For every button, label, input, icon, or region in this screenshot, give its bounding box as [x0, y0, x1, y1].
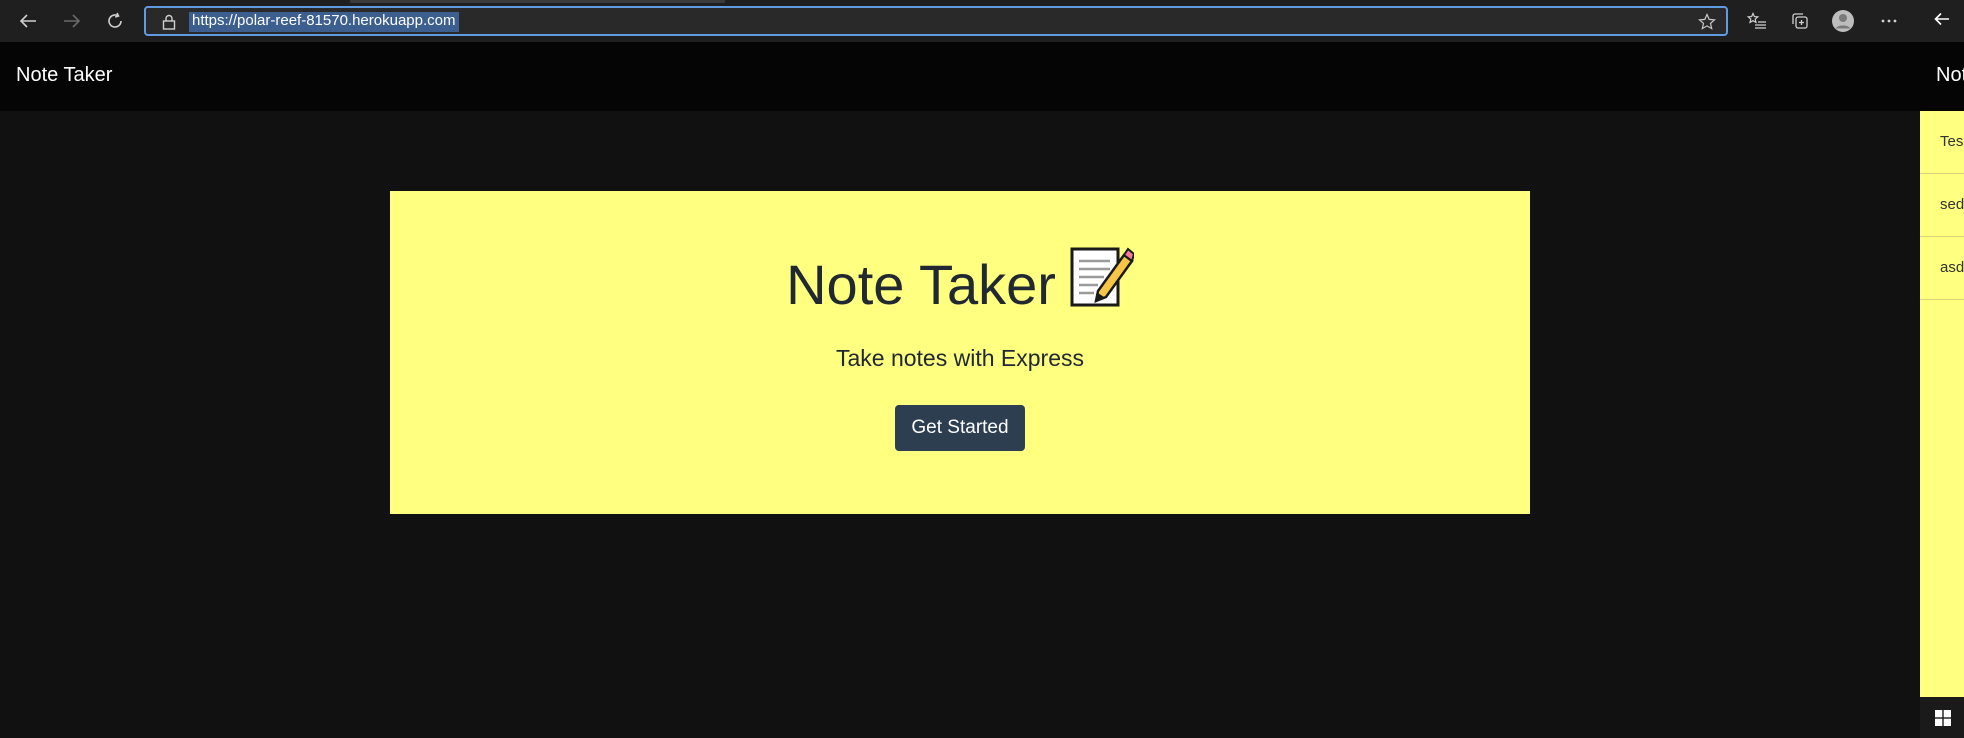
forward-arrow-icon: [64, 14, 81, 28]
navbar-brand[interactable]: Note Taker: [16, 64, 112, 87]
favorites-button[interactable]: [1744, 9, 1770, 33]
note-list-item[interactable]: asd: [1920, 237, 1964, 300]
lock-icon: [162, 14, 176, 30]
hero-title: Note Taker: [390, 247, 1530, 324]
favorites-list-icon: [1747, 12, 1766, 29]
secondary-browser-window: Not Tes sed asd: [1920, 0, 1964, 738]
back-arrow-icon[interactable]: [1934, 12, 1950, 26]
back-button[interactable]: [12, 7, 44, 35]
secondary-toolbar: [1920, 0, 1964, 42]
hero-subtitle: Take notes with Express: [835, 345, 1084, 371]
star-icon[interactable]: [1698, 13, 1716, 31]
note-list-item[interactable]: sed: [1920, 174, 1964, 237]
address-bar[interactable]: https://polar-reef-81570.herokuapp.com: [144, 6, 1728, 36]
refresh-icon: [108, 12, 122, 28]
tab-indicator: [350, 0, 725, 3]
hero-jumbotron: Note Taker Take notes with Express Get S…: [390, 191, 1530, 514]
browser-window: https://polar-reef-81570.herokuapp.com N…: [0, 0, 1920, 738]
hero-title-text: Note Taker: [786, 253, 1056, 316]
more-menu-icon: [1881, 19, 1897, 23]
secondary-navbar-brand[interactable]: Not: [1936, 64, 1964, 87]
get-started-button[interactable]: Get Started: [895, 405, 1025, 451]
windows-start-icon[interactable]: [1935, 710, 1951, 726]
collections-icon: [1792, 13, 1808, 29]
profile-avatar-icon: [1832, 10, 1854, 32]
note-list-item[interactable]: Tes: [1920, 111, 1964, 174]
browser-toolbar: https://polar-reef-81570.herokuapp.com: [0, 0, 1920, 42]
refresh-button[interactable]: [99, 7, 131, 35]
app-navbar: Note Taker: [0, 42, 1920, 111]
back-arrow-icon: [19, 14, 36, 28]
collections-button[interactable]: [1787, 9, 1813, 33]
taskbar: [1920, 697, 1964, 738]
notes-list: Tes sed asd: [1920, 111, 1964, 697]
memo-icon: [1068, 245, 1136, 324]
url-text[interactable]: https://polar-reef-81570.herokuapp.com: [189, 12, 459, 32]
secondary-navbar: Not: [1920, 42, 1964, 111]
more-menu-button[interactable]: [1876, 9, 1902, 33]
profile-button[interactable]: [1830, 9, 1856, 33]
forward-button[interactable]: [56, 7, 88, 35]
